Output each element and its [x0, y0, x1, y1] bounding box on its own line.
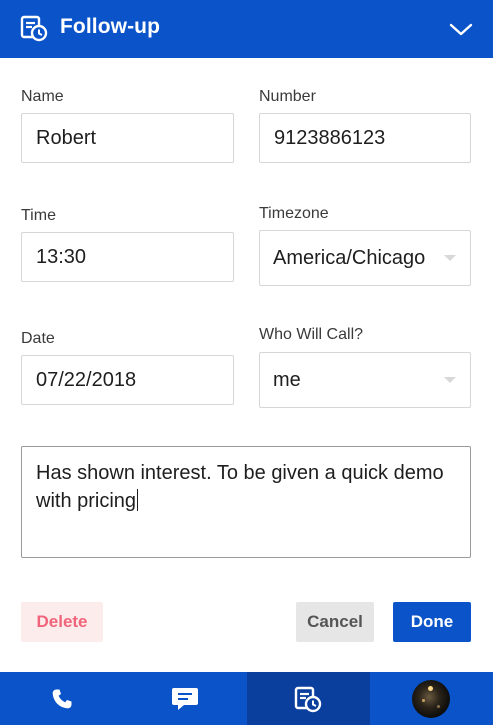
- name-field[interactable]: Robert: [21, 113, 234, 163]
- timezone-select[interactable]: America/Chicago: [259, 230, 471, 286]
- dropdown-caret-icon: [444, 255, 456, 261]
- time-field[interactable]: 13:30: [21, 232, 234, 282]
- chat-icon: [171, 687, 198, 710]
- time-value: 13:30: [36, 245, 87, 268]
- header-bar: Follow-up: [0, 0, 493, 58]
- nav-item-messages[interactable]: [123, 672, 246, 725]
- timezone-label: Timezone: [259, 205, 329, 222]
- page-title: Follow-up: [60, 15, 161, 38]
- number-field[interactable]: 9123886123: [259, 113, 471, 163]
- chevron-down-icon[interactable]: [447, 15, 475, 43]
- avatar: [412, 679, 451, 718]
- number-value: 9123886123: [274, 126, 386, 149]
- date-label: Date: [21, 330, 55, 347]
- timezone-value: America/Chicago: [273, 246, 426, 269]
- dropdown-caret-icon: [444, 377, 456, 383]
- name-value: Robert: [36, 126, 97, 149]
- caller-select[interactable]: me: [259, 352, 471, 408]
- cancel-button[interactable]: Cancel: [296, 602, 374, 642]
- nav-item-calls[interactable]: [0, 672, 123, 725]
- caller-label: Who Will Call?: [259, 326, 364, 343]
- nav-item-profile[interactable]: [370, 672, 493, 725]
- bottom-nav: [0, 672, 493, 725]
- date-field[interactable]: 07/22/2018: [21, 355, 234, 405]
- notes-textarea[interactable]: Has shown interest. To be given a quick …: [21, 446, 471, 558]
- text-cursor: [137, 489, 139, 511]
- calendar-clock-icon: [294, 686, 322, 712]
- notes-value: Has shown interest. To be given a quick …: [36, 462, 444, 512]
- number-label: Number: [259, 88, 316, 105]
- name-label: Name: [21, 88, 64, 105]
- phone-icon: [52, 689, 72, 708]
- calendar-clock-icon: [20, 15, 48, 42]
- caller-value: me: [273, 368, 301, 391]
- delete-button[interactable]: Delete: [21, 602, 103, 642]
- date-value: 07/22/2018: [36, 368, 137, 391]
- nav-item-follow-up[interactable]: [246, 672, 370, 725]
- done-button[interactable]: Done: [393, 602, 471, 642]
- time-label: Time: [21, 207, 56, 224]
